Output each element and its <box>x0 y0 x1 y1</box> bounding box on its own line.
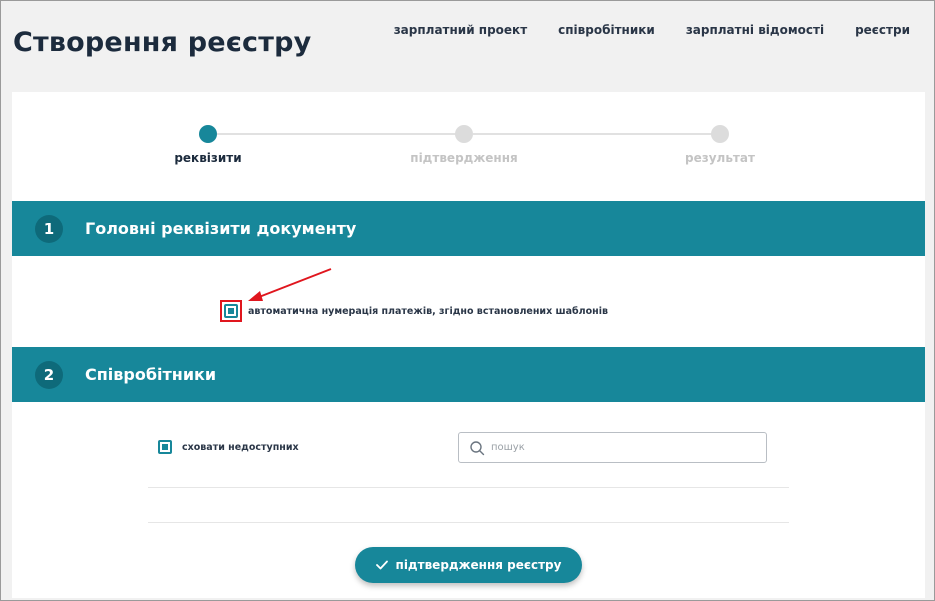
nav-registers[interactable]: реєстри <box>855 23 910 37</box>
stepper-line-2 <box>473 133 717 135</box>
auto-numbering-checkbox[interactable] <box>224 304 238 318</box>
search-field[interactable] <box>458 432 767 463</box>
section-header-employees[interactable]: 2 Співробітники <box>12 347 925 402</box>
hide-unavailable-checkbox[interactable] <box>158 440 172 454</box>
top-navigation: зарплатний проект співробітники зарплатн… <box>394 23 910 37</box>
auto-numbering-label: автоматична нумерація платежів, згідно в… <box>248 306 608 317</box>
content-card: реквізити підтвердження результат 1 Голо… <box>12 92 925 598</box>
hide-unavailable-label: сховати недоступних <box>182 442 299 453</box>
search-icon <box>470 440 485 455</box>
confirm-register-label: підтвердження реєстру <box>395 558 562 572</box>
section-number: 1 <box>35 214 63 243</box>
nav-salary-project[interactable]: зарплатний проект <box>394 23 527 37</box>
check-icon <box>375 560 388 570</box>
app-window: Створення реєстру зарплатний проект спів… <box>0 0 935 601</box>
step-dot-requisites[interactable] <box>199 125 217 143</box>
search-input[interactable] <box>491 442 751 453</box>
table-divider-top <box>148 487 789 488</box>
section-title: Співробітники <box>85 365 217 384</box>
checkbox-checked-mark <box>228 308 234 314</box>
step-dot-confirmation[interactable] <box>455 125 473 143</box>
section-number: 2 <box>35 360 63 389</box>
progress-stepper: реквізити підтвердження результат <box>12 92 925 192</box>
nav-salary-statements[interactable]: зарплатні відомості <box>686 23 824 37</box>
confirm-register-button[interactable]: підтвердження реєстру <box>355 547 582 583</box>
step-label-result[interactable]: результат <box>640 151 800 165</box>
step-dot-result[interactable] <box>711 125 729 143</box>
nav-employees[interactable]: співробітники <box>558 23 655 37</box>
section-header-requisites[interactable]: 1 Головні реквізити документу <box>12 201 925 256</box>
section-title: Головні реквізити документу <box>85 219 357 238</box>
step-label-requisites[interactable]: реквізити <box>128 151 288 165</box>
page-title: Створення реєстру <box>13 27 312 58</box>
table-divider-bottom <box>148 522 789 523</box>
stepper-line-1 <box>217 133 461 135</box>
checkbox-checked-mark <box>162 444 168 450</box>
step-label-confirmation[interactable]: підтвердження <box>384 151 544 165</box>
